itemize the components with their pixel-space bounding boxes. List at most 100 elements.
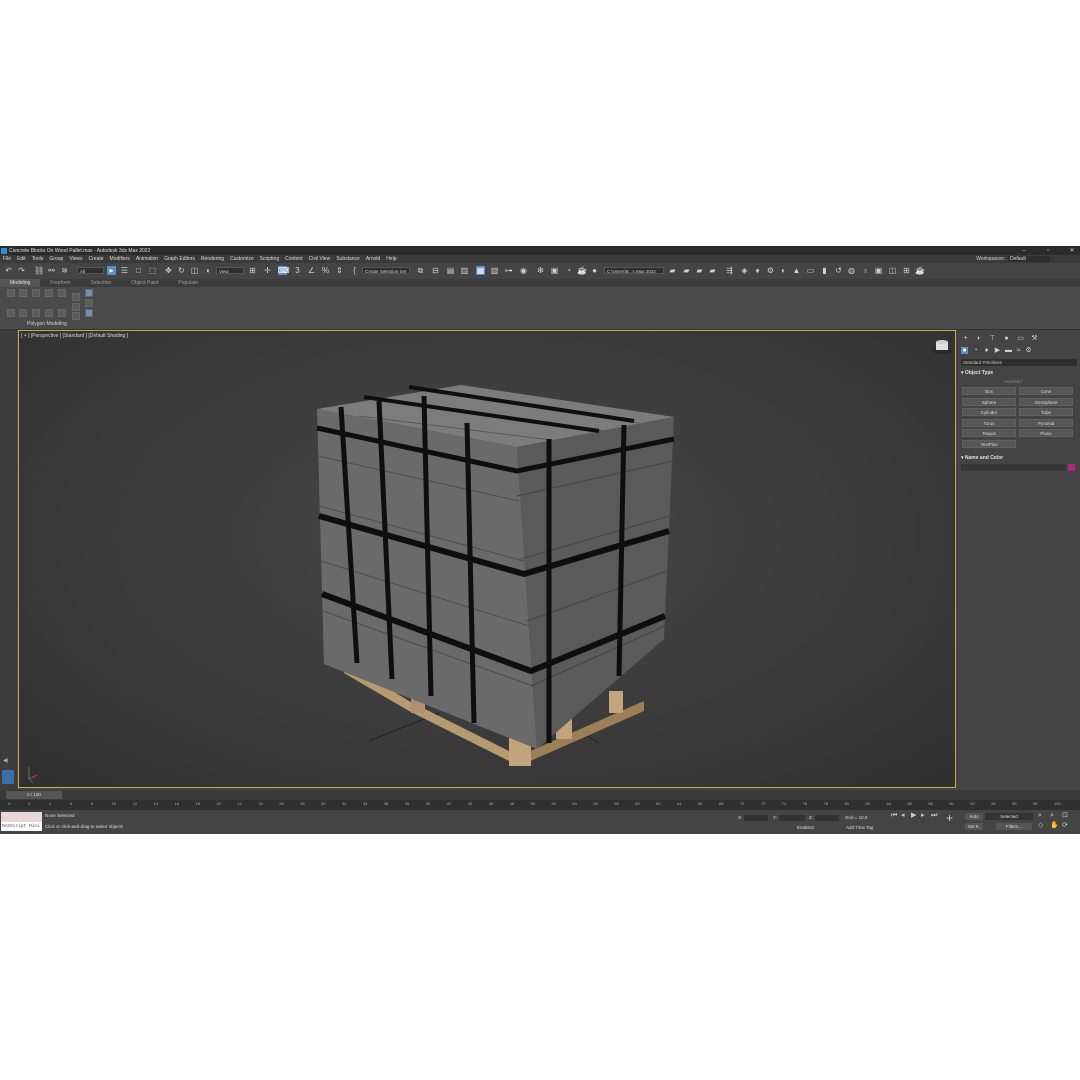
- previous-frame-icon[interactable]: ◂: [901, 812, 905, 820]
- primitive-category-dropdown[interactable]: Standard Primitives: [961, 359, 1077, 366]
- rectangular-selection-icon[interactable]: □: [134, 266, 143, 275]
- create-sphere-button[interactable]: Sphere: [962, 397, 1016, 406]
- geometry-icon[interactable]: ●: [961, 347, 968, 354]
- maxscript-mini-label[interactable]: MAXScript Mini: [1, 822, 42, 831]
- ribbon-tab[interactable]: Modeling: [0, 279, 41, 287]
- ribbon-tool-button[interactable]: [85, 299, 93, 307]
- motion-tab-icon[interactable]: ●: [1003, 335, 1010, 342]
- ribbon-tab[interactable]: Freeform: [40, 279, 80, 287]
- select-by-name-icon[interactable]: ☰: [120, 266, 129, 275]
- menu-item[interactable]: Scripting: [257, 256, 282, 262]
- create-pyramid-button[interactable]: Pyramid: [1019, 418, 1073, 427]
- cameras-icon[interactable]: ▶: [994, 347, 1001, 354]
- zoom-icon[interactable]: ⌕: [1038, 812, 1042, 820]
- arnold-render-icon[interactable]: ◈: [740, 266, 749, 275]
- create-tube-button[interactable]: Tube: [1019, 408, 1073, 416]
- browse-folder-icon[interactable]: ▰: [708, 266, 717, 275]
- reference-coordinate-dropdown[interactable]: View: [216, 267, 244, 274]
- arnold-light-icon[interactable]: ♦: [753, 266, 762, 275]
- ribbon-tab[interactable]: Selection: [81, 279, 122, 287]
- redo-icon[interactable]: ↷: [17, 266, 26, 275]
- maxscript-listener[interactable]: MAXScript Mini: [1, 812, 42, 831]
- ribbon-tool-button[interactable]: [7, 289, 15, 297]
- schematic-view-icon[interactable]: ⊶: [504, 266, 513, 275]
- display-tab-icon[interactable]: ▭: [1017, 335, 1024, 342]
- menu-item[interactable]: Arnold: [363, 256, 383, 262]
- arnold-reload-icon[interactable]: ↺: [834, 266, 843, 275]
- pivot-center-icon[interactable]: ⊞: [248, 266, 257, 275]
- field-of-view-icon[interactable]: ◇: [1038, 822, 1043, 830]
- helpers-icon[interactable]: ▬: [1005, 347, 1012, 354]
- create-cone-button[interactable]: Cone: [1019, 387, 1073, 395]
- space-warps-icon[interactable]: ≈: [1015, 347, 1022, 354]
- ribbon-tool-button[interactable]: [7, 309, 15, 317]
- arnold-shading-icon[interactable]: ▲: [792, 266, 801, 275]
- online-render-icon[interactable]: ●: [590, 266, 599, 275]
- mirror-icon[interactable]: ⧉: [416, 266, 425, 275]
- menu-item[interactable]: Substance: [333, 256, 363, 262]
- rendered-frame-window-icon[interactable]: ▣: [550, 266, 559, 275]
- scene-explorer-icon[interactable]: ▤: [446, 266, 455, 275]
- track-bar[interactable]: ⊳ 0 2 6 8 10 12 14 16 18 20 22 24 26 28 30 32 34 36 38 40 42 4…: [0, 800, 1080, 810]
- ribbon-tool-button[interactable]: [58, 309, 66, 317]
- object-name-field[interactable]: [961, 464, 1066, 471]
- ribbon-tool-button[interactable]: [32, 289, 40, 297]
- menu-item[interactable]: Tools: [29, 256, 47, 262]
- ribbon-tool-button[interactable]: [19, 309, 27, 317]
- add-time-tag-link[interactable]: Add Time Tag: [846, 825, 873, 830]
- viewport-layouts-button[interactable]: [2, 770, 14, 784]
- set-key-button[interactable]: Set K.: [965, 823, 983, 830]
- ribbon-tool-button[interactable]: [72, 293, 80, 301]
- toggle-ribbon-icon[interactable]: ▦: [476, 266, 485, 275]
- ribbon-tab[interactable]: Populate: [168, 279, 208, 287]
- track-bar-toggle-icon[interactable]: ⊳: [8, 801, 11, 806]
- key-filters-button[interactable]: Filters...: [996, 823, 1032, 830]
- spinner-snap-icon[interactable]: ⇕: [335, 266, 344, 275]
- link-icon[interactable]: ⛓: [34, 266, 44, 275]
- window-crossing-icon[interactable]: ⬚: [148, 266, 157, 275]
- menu-item[interactable]: Edit: [14, 256, 29, 262]
- arnold-log-icon[interactable]: ▮: [820, 266, 829, 275]
- select-manipulate-icon[interactable]: ✛: [263, 266, 272, 275]
- menu-item[interactable]: Modifiers: [107, 256, 133, 262]
- create-torus-button[interactable]: Torus: [962, 418, 1016, 427]
- arnold-tools-icon[interactable]: ⇶: [725, 266, 734, 275]
- menu-item[interactable]: File: [0, 256, 14, 262]
- maximize-icon[interactable]: ▫: [1044, 248, 1052, 254]
- menu-item[interactable]: Customize: [227, 256, 257, 262]
- curve-editor-icon[interactable]: ▧: [490, 266, 499, 275]
- selection-filter-dropdown[interactable]: All: [77, 267, 104, 274]
- project-folder-dropdown[interactable]: C:\Users\B...s Max 2022: [604, 267, 664, 274]
- arnold-teapot-icon[interactable]: ☕: [915, 266, 925, 275]
- pan-icon[interactable]: ✋: [1050, 822, 1059, 830]
- menu-item[interactable]: Civil View: [306, 256, 334, 262]
- undo-icon[interactable]: ↶: [4, 266, 13, 275]
- next-frame-icon[interactable]: ▸: [921, 812, 925, 820]
- arnold-texture-icon[interactable]: ▭: [806, 266, 815, 275]
- percent-snap-icon[interactable]: %: [321, 266, 330, 275]
- menu-item[interactable]: Group: [46, 256, 66, 262]
- arnold-ipr-icon[interactable]: ◐: [779, 266, 788, 275]
- create-teapot-button[interactable]: Teapot: [962, 429, 1016, 437]
- menu-item[interactable]: Views: [66, 256, 85, 262]
- keyboard-shortcut-override-icon[interactable]: ⌨: [278, 266, 290, 275]
- utilities-tab-icon[interactable]: ⚒: [1031, 335, 1038, 342]
- viewcube-icon[interactable]: [932, 340, 952, 354]
- open-folder-icon[interactable]: ▰: [668, 266, 677, 275]
- create-tab-icon[interactable]: +: [962, 335, 969, 342]
- angle-snap-icon[interactable]: ∠: [307, 266, 316, 275]
- arnold-skydome-icon[interactable]: ◍: [847, 266, 856, 275]
- name-color-rollout[interactable]: ▾ Name and Color: [961, 455, 1077, 461]
- snaps-toggle-icon[interactable]: 3: [293, 266, 302, 275]
- move-icon[interactable]: ✥: [164, 266, 173, 275]
- project-folder-icon[interactable]: ▰: [695, 266, 704, 275]
- ribbon-tool-button[interactable]: [45, 289, 53, 297]
- menu-item[interactable]: Animation: [133, 256, 161, 262]
- ribbon-tool-button[interactable]: [58, 289, 66, 297]
- z-coord-field[interactable]: [815, 815, 839, 821]
- ribbon-tab[interactable]: Object Paint: [121, 279, 168, 287]
- ribbon-tool-button[interactable]: [72, 312, 80, 320]
- play-icon[interactable]: ▶: [911, 812, 916, 820]
- placement-icon[interactable]: ◐: [204, 266, 213, 275]
- workspace-dropdown[interactable]: Default: [1008, 256, 1050, 262]
